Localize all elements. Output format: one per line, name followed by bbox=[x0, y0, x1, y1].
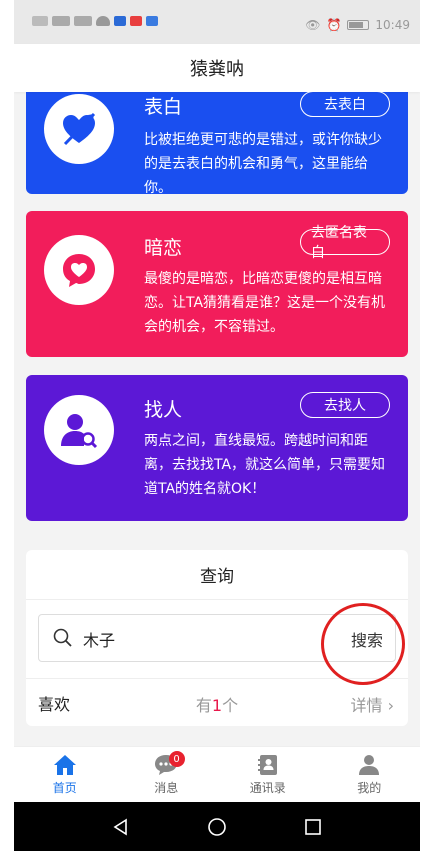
eye-icon: 👁 bbox=[305, 18, 321, 32]
signal-icon-2 bbox=[74, 16, 92, 26]
detail-link[interactable]: 详情 › bbox=[350, 692, 394, 716]
home-icon bbox=[53, 755, 76, 775]
home-circle-icon[interactable] bbox=[207, 817, 227, 837]
app-notification-icon-2 bbox=[130, 16, 142, 26]
chevron-right-icon: › bbox=[387, 696, 394, 715]
status-bar: 👁 ⏰ 10:49 bbox=[14, 0, 420, 44]
like-count-number: 1 bbox=[211, 696, 223, 715]
system-navigation-bar bbox=[14, 802, 420, 851]
wifi-icon bbox=[96, 16, 110, 26]
person-search-icon bbox=[61, 414, 98, 449]
card-icon-circle bbox=[44, 395, 114, 465]
sim-icon bbox=[32, 16, 48, 26]
detail-label: 详情 bbox=[350, 696, 383, 715]
tab-profile[interactable]: 我的 bbox=[319, 747, 421, 802]
status-icons-left bbox=[32, 16, 158, 26]
recent-apps-icon[interactable] bbox=[304, 818, 322, 836]
card-icon-circle bbox=[44, 235, 114, 305]
contacts-icon bbox=[257, 755, 277, 775]
card-description: 两点之间，直线最短。跨越时间和距离，去找找TA，就这么简单，只需要知道TA的姓名… bbox=[144, 433, 386, 497]
phone-screen: 👁 ⏰ 10:49 猿粪呐 表白 去表白 比被拒绝更可悲的是错过，或许你缺少的是… bbox=[14, 0, 420, 851]
search-input[interactable]: 木子 bbox=[83, 627, 115, 651]
status-icons-right: 👁 ⏰ 10:49 bbox=[305, 18, 410, 32]
tab-contacts[interactable]: 通讯录 bbox=[217, 747, 319, 802]
card-title: 暗恋 bbox=[144, 237, 183, 259]
battery-icon bbox=[347, 20, 370, 30]
card-title: 找人 bbox=[144, 399, 183, 421]
alarm-icon: ⏰ bbox=[326, 18, 342, 32]
app-title: 猿粪呐 bbox=[190, 59, 244, 80]
tab-messages[interactable]: 0 消息 bbox=[116, 747, 218, 802]
like-row[interactable]: 喜欢 有1个 详情 › bbox=[26, 678, 408, 726]
find-person-card: 找人 去找人 两点之间，直线最短。跨越时间和距离，去找找TA，就这么简单，只需要… bbox=[26, 375, 408, 521]
search-icon bbox=[53, 628, 72, 647]
app-notification-icon bbox=[114, 16, 126, 26]
like-count-prefix: 有 bbox=[195, 696, 212, 715]
heart-bubble-icon bbox=[63, 254, 95, 287]
bottom-tab-bar: 首页 0 消息 通讯录 我的 bbox=[14, 746, 420, 802]
confess-button[interactable]: 去表白 bbox=[300, 91, 390, 117]
tab-label: 消息 bbox=[154, 781, 179, 795]
back-icon[interactable] bbox=[112, 818, 130, 836]
like-count-suffix: 个 bbox=[222, 696, 239, 715]
message-badge: 0 bbox=[168, 751, 185, 767]
card-description: 最傻的是暗恋，比暗恋更傻的是相互暗恋。让TA猜猜看是谁？这是一个没有机会的机会，… bbox=[144, 271, 386, 335]
app-notification-icon-3 bbox=[146, 16, 158, 26]
tab-home[interactable]: 首页 bbox=[14, 747, 116, 802]
profile-icon bbox=[359, 755, 380, 775]
crush-card: 暗恋 去匿名表白 最傻的是暗恋，比暗恋更傻的是相互暗恋。让TA猜猜看是谁？这是一… bbox=[26, 211, 408, 357]
query-title: 查询 bbox=[26, 550, 408, 600]
heart-arrow-icon bbox=[63, 112, 96, 146]
card-icon-circle bbox=[44, 94, 114, 164]
red-highlight-circle bbox=[321, 603, 405, 685]
tab-label: 我的 bbox=[357, 781, 382, 795]
card-title: 表白 bbox=[144, 96, 183, 118]
find-person-button[interactable]: 去找人 bbox=[300, 392, 390, 418]
tab-label: 通讯录 bbox=[249, 781, 286, 795]
tab-label: 首页 bbox=[52, 781, 77, 795]
signal-icon bbox=[52, 16, 70, 26]
anonymous-confess-button[interactable]: 去匿名表白 bbox=[300, 225, 390, 261]
status-time: 10:49 bbox=[375, 18, 410, 32]
card-description: 比被拒绝更可悲的是错过，或许你缺少的是去表白的机会和勇气，这里能给你。 bbox=[144, 132, 382, 196]
app-title-bar: 猿粪呐 bbox=[14, 44, 420, 92]
